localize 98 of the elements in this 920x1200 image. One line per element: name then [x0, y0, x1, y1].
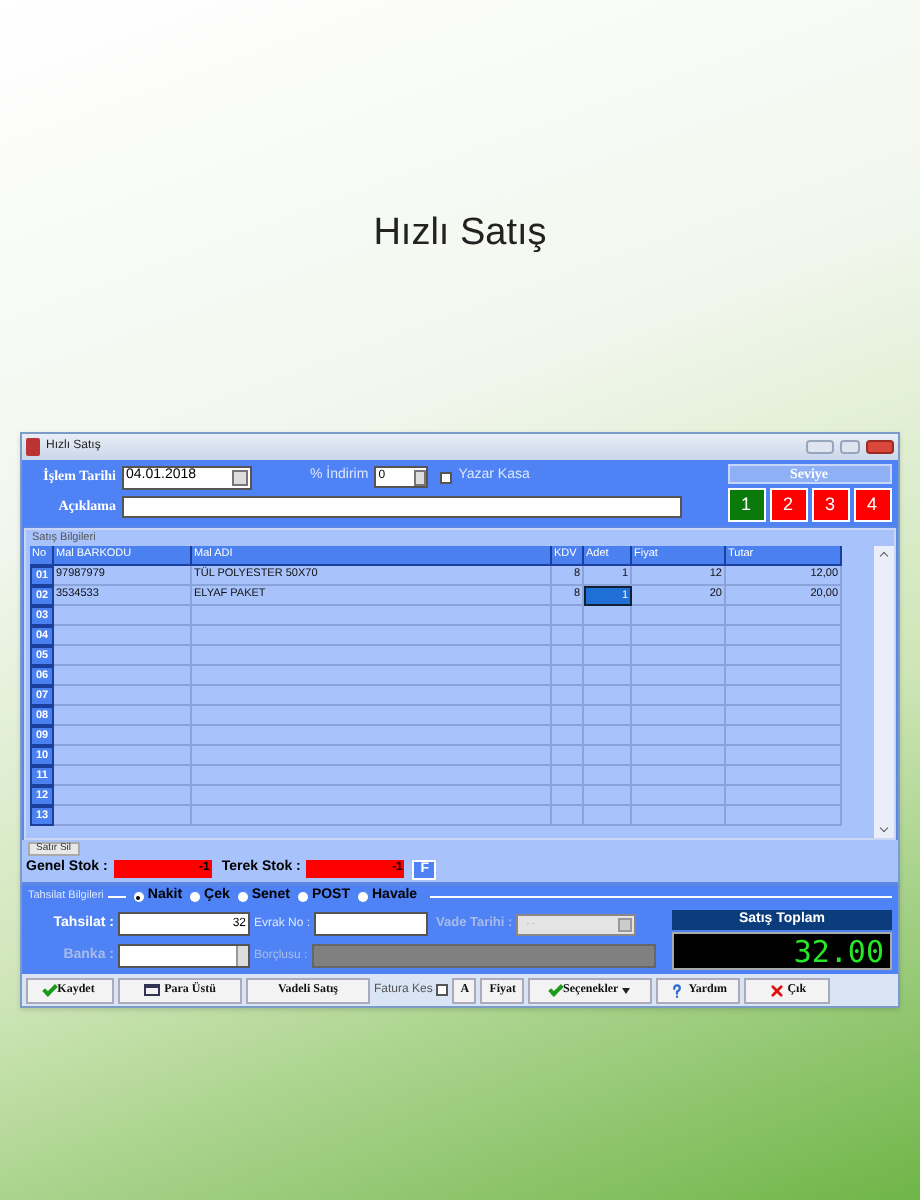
- table-cell[interactable]: [726, 806, 842, 826]
- spinner-icon: [414, 469, 427, 485]
- table-cell[interactable]: [726, 786, 842, 806]
- table-cell[interactable]: [54, 786, 192, 806]
- table-cell[interactable]: [192, 746, 552, 766]
- table-cell[interactable]: [54, 726, 192, 746]
- table-cell[interactable]: [584, 666, 632, 686]
- table-cell[interactable]: [632, 646, 726, 666]
- note-field[interactable]: [122, 496, 682, 518]
- table-cell[interactable]: [632, 786, 726, 806]
- dropdown-icon: [236, 946, 248, 966]
- window-icon: [144, 984, 161, 996]
- radio-button[interactable]: [133, 892, 144, 902]
- checkbox[interactable]: [436, 984, 449, 996]
- minimize-button[interactable]: [806, 440, 834, 454]
- close-icon: [769, 983, 784, 997]
- help-icon: [670, 983, 685, 997]
- table-cell[interactable]: [726, 706, 842, 726]
- table-cell[interactable]: [726, 626, 842, 646]
- table-cell[interactable]: [192, 606, 552, 626]
- table-cell[interactable]: [54, 646, 192, 666]
- debtor-field[interactable]: [311, 944, 656, 968]
- table-cell[interactable]: [584, 706, 632, 726]
- page-title: Hızlı Satış: [373, 210, 547, 254]
- radio-button[interactable]: [297, 892, 308, 902]
- table-cell[interactable]: [584, 686, 632, 706]
- table-cell[interactable]: [192, 766, 552, 786]
- table-cell[interactable]: [632, 666, 726, 686]
- table-cell[interactable]: [54, 626, 192, 646]
- table-cell[interactable]: [726, 766, 842, 786]
- table-cell[interactable]: [552, 646, 584, 666]
- table-cell[interactable]: [552, 806, 584, 826]
- checkbox[interactable]: [440, 471, 453, 483]
- calendar-icon: [618, 917, 633, 931]
- radio-button[interactable]: [237, 892, 248, 902]
- level-button[interactable]: 4: [853, 488, 891, 522]
- radio-button[interactable]: [358, 892, 368, 902]
- table-cell[interactable]: [632, 746, 726, 766]
- table-cell[interactable]: [632, 766, 726, 786]
- table-cell[interactable]: [54, 606, 192, 626]
- table-cell[interactable]: [552, 766, 584, 786]
- table-cell[interactable]: [192, 626, 552, 646]
- table-cell[interactable]: [584, 626, 632, 646]
- table-cell[interactable]: [192, 666, 552, 686]
- table-cell[interactable]: [552, 706, 584, 726]
- table-cell[interactable]: [726, 666, 842, 686]
- table-cell[interactable]: [632, 806, 726, 826]
- table-cell[interactable]: [726, 726, 842, 746]
- calendar-icon: [232, 469, 248, 485]
- table-cell[interactable]: [54, 686, 192, 706]
- table-cell[interactable]: [726, 606, 842, 626]
- table-cell[interactable]: [552, 666, 584, 686]
- table-cell[interactable]: [54, 746, 192, 766]
- table-cell[interactable]: [584, 806, 632, 826]
- table-cell[interactable]: [54, 766, 192, 786]
- total-display: 32.00: [672, 932, 892, 970]
- table-cell[interactable]: [552, 686, 584, 706]
- table-cell[interactable]: [552, 786, 584, 806]
- table-cell[interactable]: [192, 786, 552, 806]
- table-cell[interactable]: [584, 766, 632, 786]
- table-cell[interactable]: [54, 706, 192, 726]
- app-icon: [26, 438, 40, 456]
- scrollbar[interactable]: [874, 546, 894, 838]
- table-cell[interactable]: [54, 666, 192, 686]
- close-button[interactable]: [866, 440, 894, 454]
- table-cell[interactable]: [726, 646, 842, 666]
- table-cell[interactable]: [552, 606, 584, 626]
- table-cell[interactable]: [726, 686, 842, 706]
- table-cell[interactable]: [192, 806, 552, 826]
- check-icon: [41, 980, 58, 996]
- table-cell[interactable]: [632, 706, 726, 726]
- bank-dropdown[interactable]: [118, 944, 250, 968]
- table-cell[interactable]: [584, 726, 632, 746]
- table-cell[interactable]: [632, 726, 726, 746]
- document-field[interactable]: [314, 912, 429, 936]
- table-cell[interactable]: [552, 626, 584, 646]
- table-cell[interactable]: [632, 626, 726, 646]
- table-cell[interactable]: [192, 686, 552, 706]
- level-button[interactable]: 2: [769, 488, 807, 522]
- check-icon: [547, 980, 563, 996]
- table-cell[interactable]: [192, 726, 552, 746]
- table-cell[interactable]: [584, 646, 632, 666]
- table-cell[interactable]: [632, 606, 726, 626]
- table-cell[interactable]: [192, 706, 552, 726]
- table-cell[interactable]: [192, 646, 552, 666]
- table-cell[interactable]: [584, 606, 632, 626]
- table-cell[interactable]: [584, 746, 632, 766]
- table-cell[interactable]: [726, 746, 842, 766]
- radio-button[interactable]: [190, 892, 201, 902]
- maximize-button[interactable]: [840, 440, 860, 454]
- level-button[interactable]: 1: [727, 488, 765, 522]
- table-cell[interactable]: [552, 726, 584, 746]
- table-cell[interactable]: [552, 746, 584, 766]
- table-cell[interactable]: [632, 686, 726, 706]
- table-cell[interactable]: [54, 806, 192, 826]
- table-cell[interactable]: [584, 786, 632, 806]
- level-button[interactable]: 3: [811, 488, 849, 522]
- caret-icon: [622, 987, 631, 993]
